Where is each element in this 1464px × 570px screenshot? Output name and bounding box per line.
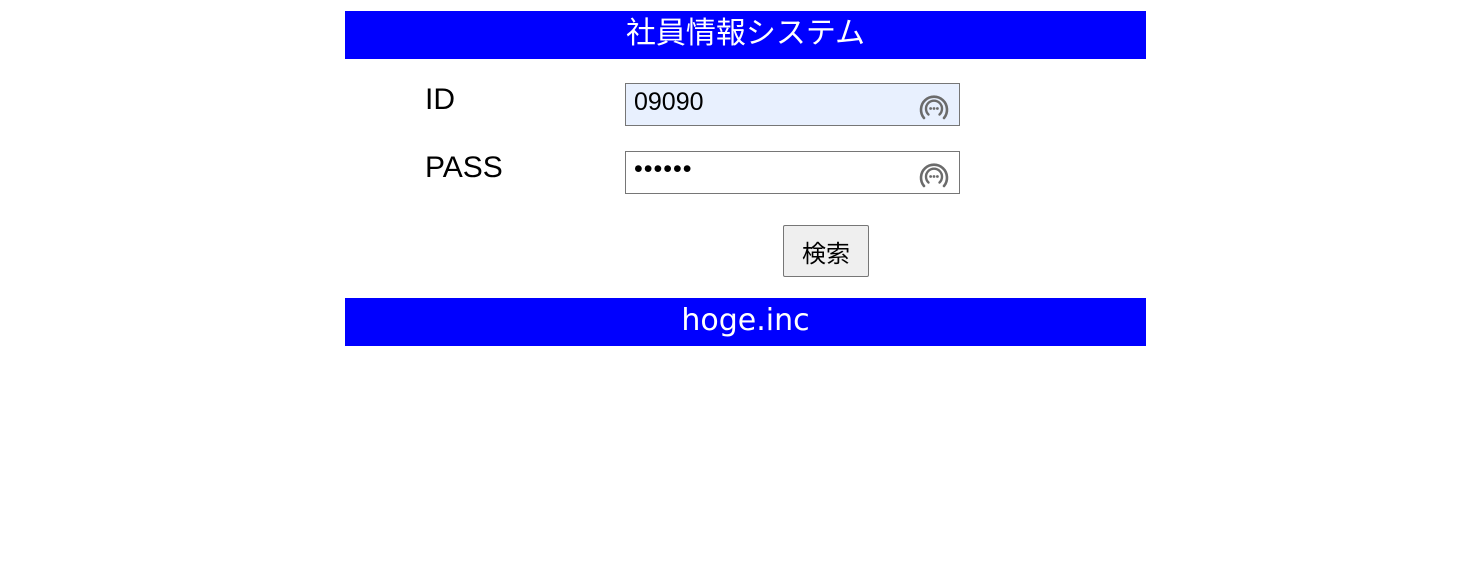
page-title: 社員情報システム — [625, 16, 866, 51]
footer-banner: hoge.inc — [345, 298, 1146, 346]
search-button[interactable]: 検索 — [783, 225, 869, 277]
pass-label: PASS — [425, 151, 503, 184]
password-input-value: •••••• — [634, 155, 693, 183]
company-name: hoge.inc — [681, 303, 810, 338]
login-form: ID 09090 PASS •••••• 検索 — [345, 59, 1146, 298]
id-label: ID — [425, 83, 455, 116]
password-manager-icon[interactable] — [918, 92, 950, 124]
id-input[interactable]: 09090 — [625, 83, 960, 126]
login-panel: 社員情報システム ID 09090 PASS •••••• 検索 hoge.in… — [345, 11, 1146, 346]
header-banner: 社員情報システム — [345, 11, 1146, 59]
password-input[interactable]: •••••• — [625, 151, 960, 194]
password-manager-icon[interactable] — [918, 160, 950, 192]
id-input-value: 09090 — [634, 88, 704, 116]
